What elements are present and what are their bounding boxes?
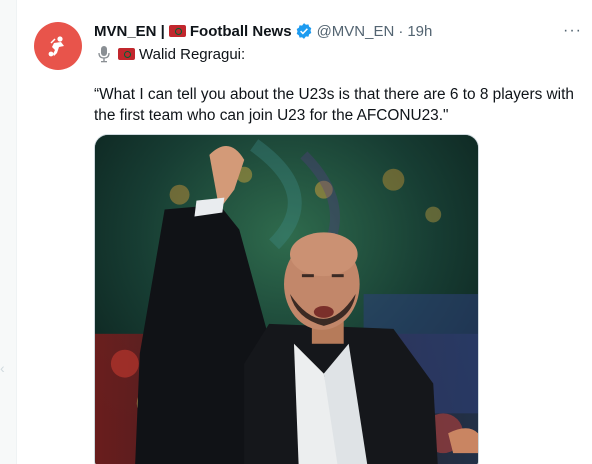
- tweet-header: MVN_EN | Football News @MVN_EN · 19h: [94, 21, 432, 41]
- coach-photo-image: [95, 135, 478, 464]
- page-gutter: ‹: [0, 0, 16, 464]
- football-player-logo-icon: [48, 36, 64, 57]
- display-name-suffix[interactable]: Football News: [190, 23, 292, 40]
- tweet-photo[interactable]: [94, 134, 479, 464]
- more-options-icon[interactable]: ···: [563, 22, 582, 40]
- handle[interactable]: @MVN_EN: [317, 23, 395, 40]
- speaker-line: Walid Regragui:: [96, 44, 245, 64]
- tweet-card[interactable]: MVN_EN | Football News @MVN_EN · 19h ···…: [16, 0, 592, 464]
- microphone-icon: [96, 45, 112, 63]
- tweet-text: “What I can tell you about the U23s is t…: [94, 86, 574, 124]
- morocco-flag-icon: [168, 25, 186, 37]
- display-name[interactable]: MVN_EN |: [94, 23, 165, 40]
- speaker-name: Walid Regragui:: [139, 45, 246, 63]
- timestamp[interactable]: 19h: [407, 23, 432, 40]
- morocco-flag-icon: [118, 48, 135, 60]
- scroll-arrow-icon: ‹: [0, 360, 5, 376]
- verified-badge-icon: [295, 22, 313, 40]
- separator-dot: ·: [398, 22, 404, 40]
- avatar[interactable]: [34, 22, 82, 70]
